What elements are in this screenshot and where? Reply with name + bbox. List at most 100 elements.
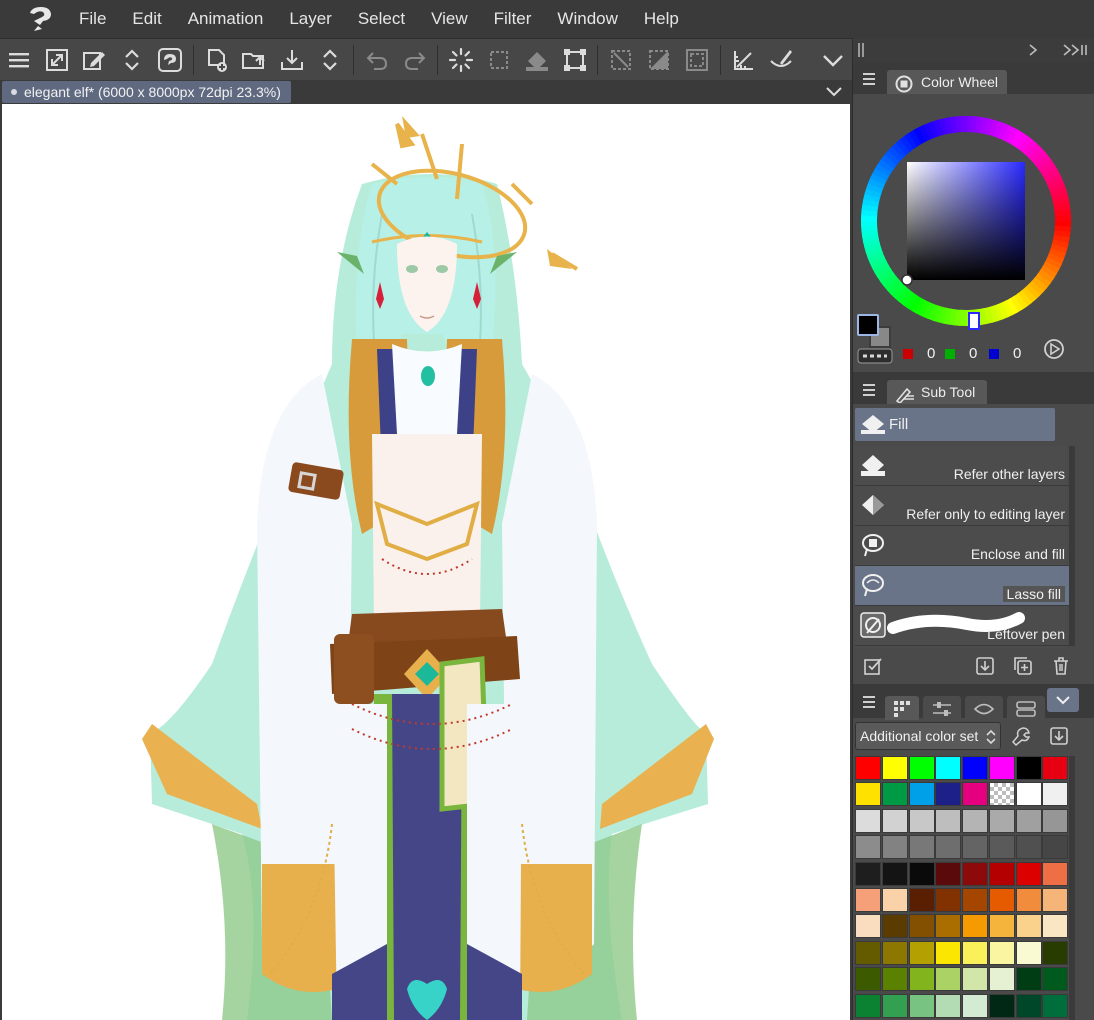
color-swatch[interactable] (1015, 835, 1042, 860)
tab-intermediate-color[interactable] (965, 696, 1003, 720)
double-chevron-right-icon[interactable] (1061, 42, 1089, 58)
tab-sliders[interactable] (923, 696, 961, 720)
color-swatch[interactable] (1015, 756, 1042, 780)
color-swatch[interactable] (1042, 940, 1069, 965)
menu-window[interactable]: Window (544, 0, 630, 38)
transparent-color-icon[interactable] (857, 348, 893, 364)
color-swatch[interactable] (855, 888, 881, 912)
color-set-select[interactable]: Additional color set (855, 722, 1001, 750)
download-icon[interactable] (975, 656, 995, 676)
grip-handle-icon[interactable] (857, 42, 865, 58)
color-swatch[interactable] (1015, 888, 1042, 912)
color-swatch[interactable] (988, 808, 1015, 833)
color-swatch[interactable] (935, 967, 962, 992)
app-icon[interactable] (151, 42, 189, 78)
color-swatch[interactable] (962, 756, 988, 780)
sort-icon[interactable] (113, 42, 151, 78)
color-swatch[interactable] (935, 782, 962, 807)
color-swatch[interactable] (908, 835, 935, 860)
menu-select[interactable]: Select (345, 0, 418, 38)
color-swatch[interactable] (935, 861, 962, 886)
menu-layer[interactable]: Layer (276, 0, 345, 38)
color-swatch[interactable] (1042, 993, 1069, 1018)
panel-menu-icon[interactable] (863, 73, 875, 85)
fit-canvas-icon[interactable] (38, 42, 76, 78)
fill-icon[interactable] (518, 42, 556, 78)
save-icon[interactable] (273, 42, 311, 78)
color-swatch[interactable] (881, 782, 908, 807)
panel-collapse-button[interactable] (1047, 688, 1079, 712)
open-folder-icon[interactable] (236, 42, 274, 78)
undo-icon[interactable] (358, 42, 396, 78)
color-swatch[interactable] (881, 914, 908, 939)
color-swatch[interactable] (908, 808, 935, 833)
ruler-icon[interactable] (725, 42, 763, 78)
color-swatch[interactable] (855, 835, 881, 860)
chevron-right-icon[interactable] (1025, 42, 1041, 58)
redo-icon[interactable] (396, 42, 434, 78)
color-swatch[interactable] (988, 756, 1015, 780)
color-swatch[interactable] (962, 993, 988, 1018)
color-swatch[interactable] (1042, 967, 1069, 992)
color-swatch[interactable] (881, 940, 908, 965)
main-color-swatch[interactable] (857, 314, 879, 336)
color-swatch[interactable] (855, 967, 881, 992)
menu-help[interactable]: Help (631, 0, 692, 38)
color-swatch[interactable] (1015, 967, 1042, 992)
color-swatch[interactable] (962, 861, 988, 886)
color-swatch[interactable] (855, 782, 881, 807)
color-swatch[interactable] (881, 967, 908, 992)
color-swatch[interactable] (1042, 888, 1069, 912)
blue-channel-value[interactable]: 0 (1013, 345, 1021, 362)
color-swatch[interactable] (962, 888, 988, 912)
color-swatch[interactable] (908, 756, 935, 780)
download-icon[interactable] (1049, 726, 1069, 746)
sub-tool-item[interactable]: Leftover pen (855, 606, 1069, 646)
color-swatch[interactable] (1042, 808, 1069, 833)
color-swatch[interactable] (855, 914, 881, 939)
green-channel-value[interactable]: 0 (969, 345, 977, 362)
color-swatch[interactable] (1042, 861, 1069, 886)
panel-menu-icon[interactable] (863, 696, 875, 708)
new-file-icon[interactable] (198, 42, 236, 78)
color-swatch[interactable] (988, 835, 1015, 860)
transform-icon[interactable] (556, 42, 594, 78)
color-swatch[interactable] (908, 967, 935, 992)
color-swatch[interactable] (1042, 835, 1069, 860)
red-channel-value[interactable]: 0 (927, 345, 935, 362)
color-swatch[interactable] (962, 914, 988, 939)
color-swatch[interactable] (1015, 861, 1042, 886)
scrollbar-track[interactable] (1069, 756, 1075, 1020)
sub-tool-group-fill[interactable]: Fill (855, 408, 1055, 441)
color-swatch[interactable] (881, 993, 908, 1018)
color-swatch[interactable] (908, 940, 935, 965)
select-all-icon[interactable] (678, 42, 716, 78)
color-swatch[interactable] (1042, 756, 1069, 780)
color-swatch[interactable] (935, 756, 962, 780)
loading-spinner-icon[interactable] (442, 42, 480, 78)
color-set-tab[interactable] (885, 696, 919, 720)
color-swatch[interactable] (1015, 993, 1042, 1018)
color-swatch[interactable] (855, 993, 881, 1018)
color-swatch[interactable] (935, 888, 962, 912)
color-swatch[interactable] (988, 782, 1015, 807)
color-swatch[interactable] (1015, 914, 1042, 939)
color-swatch[interactable] (962, 782, 988, 807)
color-swatch[interactable] (881, 756, 908, 780)
color-swatch[interactable] (908, 993, 935, 1018)
color-swatch[interactable] (962, 967, 988, 992)
color-swatch[interactable] (935, 940, 962, 965)
color-swatch[interactable] (962, 940, 988, 965)
color-swatch[interactable] (935, 835, 962, 860)
color-swatch[interactable] (935, 914, 962, 939)
menu-file[interactable]: File (66, 0, 119, 38)
chevron-down-icon[interactable] (824, 82, 844, 102)
color-swatch[interactable] (988, 940, 1015, 965)
wrench-icon[interactable] (1011, 726, 1031, 746)
selection-icon[interactable] (480, 42, 518, 78)
tool-property-icon[interactable] (863, 656, 883, 676)
color-swatch[interactable] (962, 835, 988, 860)
color-swatch[interactable] (881, 888, 908, 912)
tab-color-history[interactable] (1007, 696, 1045, 720)
sub-tool-item[interactable]: Refer only to editing layer (855, 486, 1069, 526)
